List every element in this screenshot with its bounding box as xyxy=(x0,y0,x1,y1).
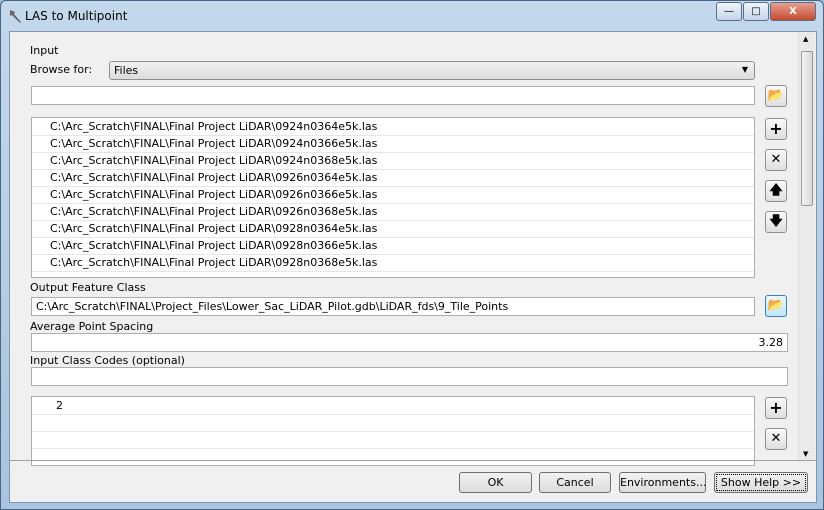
environments-button[interactable]: Environments... xyxy=(619,472,706,493)
move-up-button[interactable]: 🡅 xyxy=(765,180,787,202)
spacing-label: Average Point Spacing xyxy=(30,320,154,333)
input-path-field[interactable] xyxy=(31,86,755,105)
class-codes-label: Input Class Codes (optional) xyxy=(30,354,185,367)
file-list-item[interactable]: C:\Arc_Scratch\FINAL\Final Project LiDAR… xyxy=(32,255,754,272)
close-button[interactable]: X xyxy=(770,2,816,21)
file-list-item[interactable]: C:\Arc_Scratch\FINAL\Final Project LiDAR… xyxy=(32,187,754,204)
class-code-item[interactable]: 2 xyxy=(32,398,754,415)
tool-panel: Input Browse for: Files ▼ 📂 C:\Arc_Scratc… xyxy=(9,31,817,503)
remove-code-button[interactable]: ✕ xyxy=(765,428,787,450)
browse-input-button[interactable]: 📂 xyxy=(765,85,787,107)
remove-file-button[interactable]: ✕ xyxy=(765,149,787,171)
input-files-list[interactable]: C:\Arc_Scratch\FINAL\Final Project LiDAR… xyxy=(31,117,755,278)
scroll-down-icon[interactable]: ▼ xyxy=(803,450,808,458)
browse-for-value: Files xyxy=(114,64,139,77)
class-codes-list[interactable]: 2 xyxy=(31,396,755,466)
minimize-button[interactable]: — xyxy=(716,2,742,21)
show-help-button[interactable]: Show Help >> xyxy=(714,472,808,493)
browse-output-button[interactable]: 📂 xyxy=(765,295,787,317)
add-file-button[interactable]: + xyxy=(765,118,787,140)
class-code-item[interactable] xyxy=(32,415,754,432)
average-point-spacing-field[interactable]: 3.28 xyxy=(31,333,788,352)
browse-for-select[interactable]: Files ▼ xyxy=(109,61,755,80)
dialog-window: LAS to Multipoint — □ X Input Browse for… xyxy=(0,0,824,510)
file-list-item[interactable]: C:\Arc_Scratch\FINAL\Final Project LiDAR… xyxy=(32,238,754,255)
folder-open-icon: 📂 xyxy=(767,298,785,313)
class-code-item[interactable] xyxy=(32,432,754,449)
folder-open-icon: 📂 xyxy=(767,88,785,103)
scroll-up-icon[interactable]: ▲ xyxy=(803,35,808,43)
file-list-item[interactable]: C:\Arc_Scratch\FINAL\Final Project LiDAR… xyxy=(32,153,754,170)
footer-divider xyxy=(10,460,816,461)
add-code-button[interactable]: + xyxy=(765,397,787,419)
dropdown-arrow-icon: ▼ xyxy=(741,65,748,74)
file-list-item[interactable]: C:\Arc_Scratch\FINAL\Final Project LiDAR… xyxy=(32,136,754,153)
window-title: LAS to Multipoint xyxy=(25,9,128,23)
input-label: Input xyxy=(30,44,59,57)
browse-for-label: Browse for: xyxy=(30,63,93,76)
maximize-button[interactable]: □ xyxy=(743,2,769,21)
cancel-button[interactable]: Cancel xyxy=(539,472,611,493)
ok-button[interactable]: OK xyxy=(459,472,532,493)
vertical-scrollbar[interactable]: ▲ ▼ xyxy=(798,33,815,460)
class-code-item[interactable] xyxy=(32,449,754,465)
output-feature-class-field[interactable]: C:\Arc_Scratch\FINAL\Project_Files\Lower… xyxy=(31,297,755,316)
scrollbar-thumb[interactable] xyxy=(801,51,813,206)
hammer-icon xyxy=(10,10,21,23)
file-list-item[interactable]: C:\Arc_Scratch\FINAL\Final Project LiDAR… xyxy=(32,170,754,187)
move-down-button[interactable]: 🡇 xyxy=(765,211,787,233)
output-label: Output Feature Class xyxy=(30,281,146,294)
file-list-item[interactable]: C:\Arc_Scratch\FINAL\Final Project LiDAR… xyxy=(32,204,754,221)
file-list-item[interactable]: C:\Arc_Scratch\FINAL\Final Project LiDAR… xyxy=(32,119,754,136)
class-codes-field[interactable] xyxy=(31,367,788,386)
file-list-item[interactable]: C:\Arc_Scratch\FINAL\Final Project LiDAR… xyxy=(32,221,754,238)
